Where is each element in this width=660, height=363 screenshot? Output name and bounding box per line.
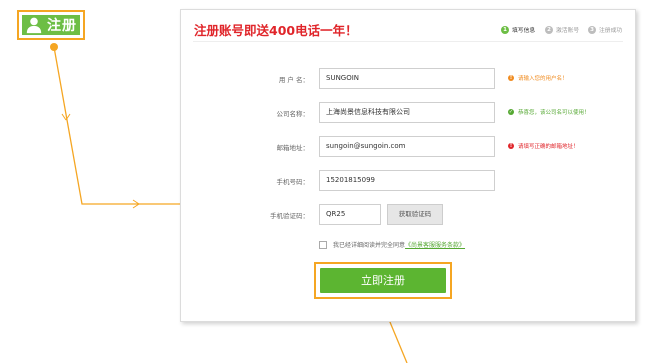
username-label: 用 户 名： [278, 76, 309, 84]
terms-link[interactable]: 《尚景客服服务条款》 [405, 240, 465, 249]
step-3: 3 注册成功 [588, 25, 622, 34]
get-code-button[interactable]: 获取验证码 [387, 204, 443, 225]
email-hint-text: 请填写正确的邮箱地址！ [518, 144, 579, 150]
company-hint-text: 恭喜您，该公司名可以使用！ [518, 110, 590, 116]
arrow-marker-right [132, 199, 140, 209]
email-label: 邮箱地址： [276, 144, 310, 152]
register-badge-label: 注册 [47, 18, 77, 34]
phone-input[interactable]: 15201815099 [319, 170, 495, 191]
register-submit-button[interactable]: 立即注册 [320, 268, 446, 293]
annotation-dot-start [50, 43, 58, 51]
user-icon [26, 17, 42, 34]
agree-checkbox[interactable] [319, 240, 327, 249]
error-icon: ! [508, 143, 514, 149]
card-title: 注册账号即送400电话一年！ [194, 23, 358, 38]
email-input[interactable]: sungoin@sungoin.com [319, 136, 495, 157]
annotation-line-left [53, 46, 186, 205]
company-hint: ✓ 恭喜您，该公司名可以使用！ [508, 108, 590, 116]
submit-highlight-frame: 立即注册 [314, 262, 452, 299]
company-input[interactable]: 上海尚景信息科技有限公司 [319, 102, 495, 123]
register-badge[interactable]: 注册 [17, 10, 85, 40]
username-hint: ! 请输入您的用户名！ [508, 74, 568, 82]
code-input[interactable]: QR25 [319, 204, 381, 225]
phone-label: 手机号码： [276, 178, 310, 186]
title-divider [193, 41, 623, 42]
agree-text: 我已经详细阅读并完全同意 [333, 242, 406, 249]
step-1-number: 1 [501, 25, 509, 34]
step-3-label: 注册成功 [599, 28, 623, 34]
arrow-marker-down [61, 113, 71, 121]
username-hint-text: 请输入您的用户名！ [518, 76, 568, 82]
step-2-number: 2 [545, 25, 553, 34]
step-1-label: 填写信息 [512, 28, 536, 34]
username-input[interactable]: SUNGOIN [319, 68, 495, 89]
registration-card: 注册账号即送400电话一年！ 1 填写信息 2 激活账号 3 注册成功 用 户 … [180, 9, 636, 322]
register-badge-inner: 注册 [22, 15, 80, 35]
email-hint: ! 请填写正确的邮箱地址！ [508, 142, 579, 150]
warning-icon: ! [508, 75, 514, 81]
company-label: 公司名称： [276, 110, 310, 118]
check-icon: ✓ [508, 109, 514, 115]
step-2: 2 激活账号 [545, 25, 579, 34]
step-2-label: 激活账号 [556, 28, 580, 34]
code-label: 手机验证码： [270, 212, 309, 220]
step-3-number: 3 [588, 25, 596, 34]
agree-row: 我已经详细阅读并完全同意 《尚景客服服务条款》 [319, 240, 465, 249]
step-1: 1 填写信息 [501, 25, 535, 34]
